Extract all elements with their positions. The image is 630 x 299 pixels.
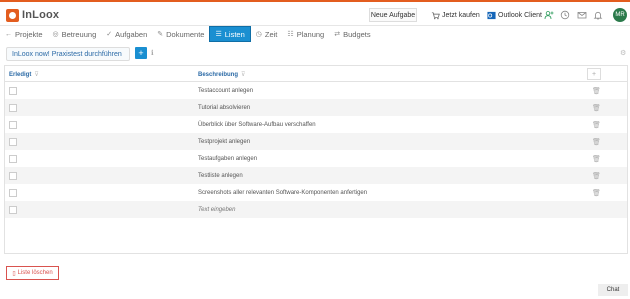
outlook-client-button[interactable]: Outlook Client	[487, 8, 542, 22]
trash-icon[interactable]: 🗑	[592, 138, 601, 146]
top-bar: InLoox Neue Aufgabe Jetzt kaufen Outlook…	[0, 0, 630, 26]
list-icon: ☰	[215, 31, 222, 38]
row-description[interactable]: Tutorial absolvieren	[198, 105, 250, 111]
done-checkbox[interactable]	[9, 137, 17, 146]
done-checkbox[interactable]	[9, 154, 17, 163]
gear-icon[interactable]: ⚙	[620, 49, 626, 57]
nav-item-dokumente[interactable]: ✎ Dokumente	[152, 26, 209, 42]
mail-icon[interactable]	[577, 10, 587, 20]
trash-icon[interactable]: 🗑	[592, 104, 601, 112]
bell-icon[interactable]	[593, 10, 603, 20]
nav-item-label: Zeit	[264, 29, 278, 39]
list-table: Erledigt ⊽ Beschreibung ⊽ + Testaccount an…	[4, 65, 628, 254]
table-row[interactable]: Testprojekt anlegen 🗑	[5, 133, 627, 150]
clock-icon: ◷	[255, 31, 262, 38]
trash-icon[interactable]: 🗑	[592, 121, 601, 129]
main-nav: ← Projekte ◎ Betreuung ✓ Aufgaben ✎ Doku…	[0, 26, 630, 42]
outlook-client-label: Outlook Client	[498, 11, 542, 19]
check-icon: ✓	[106, 31, 113, 38]
add-column-button[interactable]: +	[587, 68, 601, 80]
trash-icon: ▯	[12, 270, 16, 277]
avatar[interactable]: MR	[613, 8, 627, 22]
nav-item-label: Aufgaben	[115, 29, 148, 39]
nav-item-projekte[interactable]: ← Projekte	[0, 26, 48, 42]
nav-item-betreuung[interactable]: ◎ Betreuung	[48, 26, 102, 42]
outlook-icon	[487, 11, 496, 19]
list-selector[interactable]: InLoox now! Praxistest durchführen	[6, 47, 130, 61]
logo-mark-icon	[6, 8, 19, 22]
nav-item-zeit[interactable]: ◷ Zeit	[251, 26, 283, 42]
table-row[interactable]: Testaccount anlegen 🗑	[5, 82, 627, 99]
nav-item-label: Planung	[296, 29, 325, 39]
row-description[interactable]: Testliste anlegen	[198, 173, 243, 179]
nav-item-label: Dokumente	[166, 29, 205, 39]
cart-icon	[431, 11, 440, 19]
done-checkbox[interactable]	[9, 205, 17, 214]
nav-item-aufgaben[interactable]: ✓ Aufgaben	[101, 26, 152, 42]
add-user-icon[interactable]	[544, 10, 554, 20]
column-header-done[interactable]: Erledigt ⊽	[9, 71, 39, 78]
filter-icon[interactable]: ⊽	[34, 72, 38, 78]
column-header-description[interactable]: Beschreibung ⊽	[198, 71, 245, 78]
table-row[interactable]: Screenshots aller relevanten Software-Ko…	[5, 184, 627, 201]
column-header-label: Erledigt	[9, 72, 32, 78]
chat-button[interactable]: Chat	[598, 284, 628, 296]
done-checkbox[interactable]	[9, 171, 17, 180]
table-row[interactable]: Überblick über Software-Aufbau verschaff…	[5, 116, 627, 133]
row-description[interactable]: Testaccount anlegen	[198, 88, 253, 94]
done-checkbox[interactable]	[9, 103, 17, 112]
delete-list-button[interactable]: ▯ Liste löschen	[6, 266, 59, 280]
nav-item-label: Betreuung	[61, 29, 97, 39]
delete-list-label: Liste löschen	[17, 270, 53, 276]
pencil-icon: ✎	[157, 31, 164, 38]
logo[interactable]: InLoox	[6, 7, 59, 23]
row-description[interactable]: Überblick über Software-Aufbau verschaff…	[198, 122, 316, 128]
done-checkbox[interactable]	[9, 86, 17, 95]
trash-icon[interactable]: 🗑	[592, 172, 601, 180]
table-row[interactable]: Tutorial absolvieren 🗑	[5, 99, 627, 116]
table-row[interactable]: Testliste anlegen 🗑	[5, 167, 627, 184]
row-description[interactable]: Screenshots aller relevanten Software-Ko…	[198, 190, 367, 196]
table-header: Erledigt ⊽ Beschreibung ⊽ +	[5, 66, 627, 82]
trash-icon[interactable]: 🗑	[592, 155, 601, 163]
exchange-icon: ⇄	[334, 31, 341, 38]
planning-icon: ☷	[287, 31, 294, 38]
done-checkbox[interactable]	[9, 188, 17, 197]
arrow-left-icon: ←	[5, 30, 12, 38]
logo-text: InLoox	[22, 9, 60, 21]
filter-icon[interactable]: ⊽	[241, 72, 245, 78]
info-icon[interactable]: ℹ	[151, 49, 154, 57]
buy-now-button[interactable]: Jetzt kaufen	[431, 8, 480, 22]
nav-item-label: Projekte	[15, 29, 43, 39]
nav-item-label: Listen	[224, 29, 245, 39]
buy-now-label: Jetzt kaufen	[442, 11, 480, 19]
nav-item-label: Budgets	[343, 29, 371, 39]
nav-item-listen[interactable]: ☰ Listen	[209, 26, 251, 42]
table-row[interactable]: Testaufgaben anlegen 🗑	[5, 150, 627, 167]
row-description[interactable]: Testprojekt anlegen	[198, 139, 250, 145]
new-item-row[interactable]: Text eingeben	[5, 201, 627, 218]
nav-item-planung[interactable]: ☷ Planung	[282, 26, 329, 42]
add-list-button[interactable]: +	[135, 47, 147, 59]
support-icon: ◎	[52, 31, 59, 38]
row-description[interactable]: Testaufgaben anlegen	[198, 156, 257, 162]
column-header-label: Beschreibung	[198, 72, 239, 78]
new-task-button[interactable]: Neue Aufgabe	[369, 8, 417, 22]
done-checkbox[interactable]	[9, 120, 17, 129]
trash-icon[interactable]: 🗑	[592, 189, 601, 197]
new-item-input[interactable]: Text eingeben	[198, 207, 235, 213]
trash-icon[interactable]: 🗑	[592, 87, 601, 95]
history-icon[interactable]	[560, 10, 570, 20]
nav-item-budgets[interactable]: ⇄ Budgets	[329, 26, 375, 42]
